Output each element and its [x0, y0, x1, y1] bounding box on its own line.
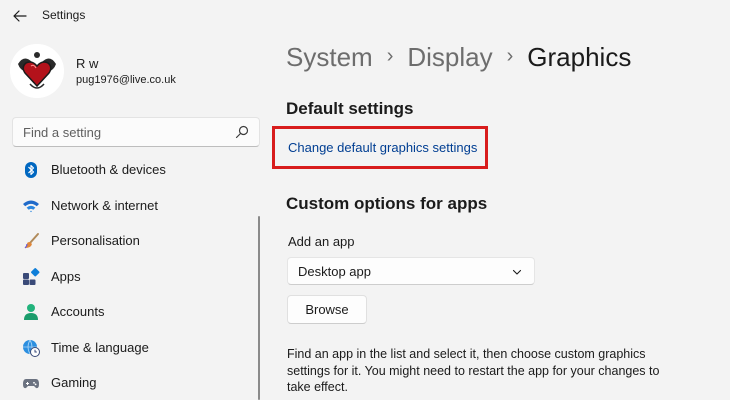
sidebar-item-label: Bluetooth & devices [51, 162, 166, 178]
custom-options-heading: Custom options for apps [286, 194, 488, 213]
search-box[interactable] [12, 117, 260, 147]
bluetooth-icon [25, 162, 37, 178]
add-app-label: Add an app [288, 234, 355, 249]
avatar-heart-image [10, 44, 64, 98]
user-name: R w [76, 56, 99, 71]
brush-icon [24, 233, 39, 249]
sidebar-item-label: Gaming [51, 375, 97, 391]
back-arrow-icon [13, 10, 27, 22]
apps-icon [23, 267, 40, 285]
breadcrumb-separator: › [386, 45, 394, 67]
user-profile[interactable]: R w pug1976@live.co.uk [10, 44, 250, 98]
sidebar-item-label: Personalisation [51, 233, 140, 249]
sidebar-item-accounts[interactable]: Accounts [12, 294, 252, 330]
sidebar-item-network-internet[interactable]: Network & internet [12, 188, 252, 224]
change-default-graphics-link[interactable]: Change default graphics settings [288, 140, 477, 155]
breadcrumb-display[interactable]: Display [407, 42, 492, 73]
search-icon[interactable] [235, 125, 249, 139]
breadcrumb-separator: › [506, 45, 514, 67]
app-title: Settings [42, 8, 86, 22]
sidebar-item-label: Network & internet [51, 197, 158, 213]
sidebar-nav: Bluetooth & devices Network & internet P… [12, 152, 252, 400]
app-type-dropdown[interactable]: Desktop app [287, 257, 535, 285]
avatar [10, 44, 64, 98]
sidebar-item-time-language[interactable]: Time & language [12, 330, 252, 366]
sidebar-item-label: Accounts [51, 304, 105, 320]
page-title: Graphics [527, 42, 632, 72]
sidebar-item-bluetooth-devices[interactable]: Bluetooth & devices [12, 152, 252, 188]
sidebar-item-label: Time & language [51, 339, 149, 355]
search-input[interactable] [13, 118, 233, 146]
dropdown-value: Desktop app [298, 264, 371, 279]
breadcrumb: System › Display › Graphics [286, 42, 631, 73]
title-bar: Settings [0, 0, 730, 32]
gamepad-icon [23, 379, 39, 389]
user-email: pug1976@live.co.uk [76, 74, 176, 86]
back-button[interactable] [6, 4, 34, 28]
sidebar-item-apps[interactable]: Apps [12, 259, 252, 295]
chevron-down-icon [512, 269, 522, 275]
sidebar-item-gaming[interactable]: Gaming [12, 365, 252, 400]
globe-clock-icon [23, 339, 40, 357]
wifi-icon [23, 200, 39, 212]
person-icon [24, 304, 38, 320]
custom-options-description: Find an app in the list and select it, t… [287, 347, 660, 394]
default-settings-heading: Default settings [286, 99, 414, 118]
sidebar-scrollbar[interactable] [258, 216, 260, 400]
breadcrumb-system[interactable]: System [286, 42, 373, 73]
sidebar-item-label: Apps [51, 268, 81, 284]
sidebar-item-personalisation[interactable]: Personalisation [12, 223, 252, 259]
browse-button[interactable]: Browse [287, 295, 367, 324]
